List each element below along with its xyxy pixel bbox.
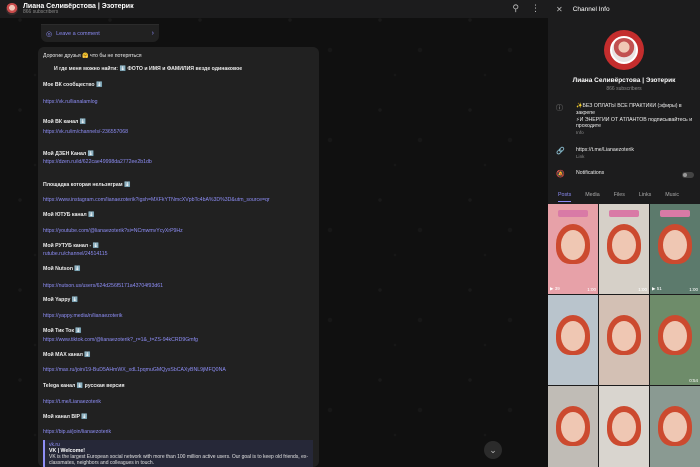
message-text: Дорогие друзья 🤗 что бы не потеряться <box>43 53 142 59</box>
thumbnail-face <box>663 412 687 442</box>
thumbnail-face <box>612 230 636 260</box>
message-link[interactable]: https://www.tiktok.com/@lianaezoterik?_r… <box>43 337 198 343</box>
channel-description: ✨БЕЗ ОПЛАТЫ ВСЕ ПРАКТИКИ (эфиры) в закре… <box>576 103 693 130</box>
notifications-toggle[interactable] <box>682 172 694 178</box>
channel-avatar-large[interactable] <box>604 30 644 70</box>
media-thumbnail[interactable] <box>548 386 598 467</box>
chat-header[interactable]: Лиана Селивёрстова | Эзотерик 866 subscr… <box>0 0 548 18</box>
message-text: Мой MAX канал ⬇️ <box>43 352 91 358</box>
thumbnail-banner <box>660 210 690 217</box>
scroll-down-button[interactable]: ⌄ <box>484 441 502 459</box>
comment-icon: ◎ <box>46 30 53 38</box>
media-thumbnail[interactable]: ▶ 51 1:00 <box>650 204 700 294</box>
media-thumbnail[interactable] <box>599 386 649 467</box>
thumbnail-face <box>561 230 585 260</box>
channel-info-panel: ✕ Channel Info Лиана Селивёрстова | Эзот… <box>548 0 700 467</box>
preview-description: VK is the largest European social networ… <box>49 454 309 467</box>
thumbnail-banner <box>558 210 588 217</box>
message-text: Мой ДЗЕН Канал ⬇️ <box>43 151 95 157</box>
media-thumbnail[interactable]: 1:00 <box>599 204 649 294</box>
tab-music[interactable]: Music <box>665 188 679 202</box>
chevron-right-icon: › <box>151 30 154 37</box>
message-text: Мой ВК канал ⬇️ <box>43 119 87 125</box>
search-icon[interactable]: ⚲ <box>512 3 519 14</box>
media-thumbnail[interactable] <box>650 386 700 467</box>
leave-comment-label: Leave a comment <box>56 30 100 37</box>
message-text: Мой Nutson ⬇️ <box>43 266 81 272</box>
message-text: Мой Тик Ток ⬇️ <box>43 328 82 334</box>
media-thumbnail[interactable] <box>599 295 649 385</box>
notifications-row[interactable]: 🔕 Notifications <box>556 170 604 178</box>
thumbnail-face <box>561 321 585 351</box>
message-text: Мой РУТУБ канал - ⬇️ <box>43 243 100 249</box>
notifications-label: Notifications <box>576 170 605 176</box>
view-count: ▶ 51 <box>652 286 662 291</box>
link-preview[interactable]: vk.ru VK | Welcome! VK is the largest Euro… <box>43 440 313 467</box>
message-link[interactable]: https://vk.ru/im/channels/-236557068 <box>43 129 128 135</box>
message-link[interactable]: https://t.me/Lianaezoterik <box>43 399 101 405</box>
message-bubble: Дорогие друзья 🤗 что бы не потеряться И г… <box>38 47 319 467</box>
media-thumbnail[interactable] <box>548 295 598 385</box>
tab-files[interactable]: Files <box>614 188 625 202</box>
leave-comment-button[interactable]: ◎ Leave a comment › <box>41 24 159 42</box>
tab-media[interactable]: Media <box>585 188 599 202</box>
info-label: Info <box>576 130 584 135</box>
channel-subscribers: 866 subscribers <box>606 86 642 92</box>
message-text: Мой Yappy ⬇️ <box>43 297 79 303</box>
message-link[interactable]: https://max.ru/join/19-BuD5AHmWX_xdL1pqm… <box>43 367 226 373</box>
message-link[interactable]: https://www.instagram.com/lianaezoterik?… <box>43 197 270 203</box>
close-icon[interactable]: ✕ <box>556 5 563 14</box>
message-link[interactable]: https://yappy.media/n/lianaezoterik <box>43 313 123 319</box>
message-link[interactable]: https://youtube.com/@lianaezoterik?si=NC… <box>43 228 183 234</box>
thumbnail-face <box>663 321 687 351</box>
message-link[interactable]: https://nutson.us/users/624d256f5171a437… <box>43 283 163 289</box>
chat-area: Лиана Селивёрстова | Эзотерик 866 subscr… <box>0 0 548 467</box>
bell-muted-icon: 🔕 <box>556 171 565 178</box>
message-link[interactable]: https://dzen.ru/id/622cae49998da2772ee2b… <box>43 159 152 165</box>
tab-posts[interactable]: Posts <box>558 188 572 202</box>
video-duration: 1:00 <box>638 287 647 292</box>
link-label: Link <box>576 153 585 159</box>
video-duration: 0:54 <box>689 378 698 383</box>
video-duration: 1:00 <box>689 287 698 292</box>
subscriber-count: 866 subscribers <box>23 9 59 16</box>
info-icon: ⓘ <box>556 105 563 112</box>
message-text: Мой канал BIP ⬇️ <box>43 414 88 420</box>
message-link[interactable]: https://vk.ru/lianalamlog <box>43 99 98 105</box>
link-icon: 🔗 <box>556 148 565 155</box>
tab-links[interactable]: Links <box>639 188 651 202</box>
view-count: ▶ 39 <box>550 286 560 291</box>
panel-title: Channel Info <box>572 5 610 13</box>
thumbnail-face <box>663 230 687 260</box>
video-duration: 1:00 <box>587 287 596 292</box>
message-text: Площадка которая нельзяграм ⬇️ <box>43 182 131 188</box>
media-grid: ▶ 39 1:00 1:00 ▶ 51 1:00 0:54 <box>548 204 700 467</box>
thumbnail-face <box>561 412 585 442</box>
message-text: Telega канал ⬇️ русская версия <box>43 383 125 389</box>
message-link[interactable]: https://bip.ai/join/lianaezoterik <box>43 429 111 435</box>
media-thumbnail[interactable]: ▶ 39 1:00 <box>548 204 598 294</box>
link-row[interactable]: 🔗 https://t.me/Lianaezoterik Link <box>556 147 634 159</box>
message-link[interactable]: rutube.ru/channel/24514115 <box>43 251 108 257</box>
message-text: Мое ВК сообщество ⬇️ <box>43 82 103 88</box>
info-row: ⓘ ✨БЕЗ ОПЛАТЫ ВСЕ ПРАКТИКИ (эфиры) в зак… <box>556 103 700 135</box>
message-text: И где меня можно найти: ⬇️ ФОТО и ИМЯ и … <box>54 66 243 72</box>
more-icon[interactable]: ⋮ <box>531 3 540 14</box>
channel-avatar[interactable] <box>6 3 18 15</box>
media-tabs: Posts Media Files Links Music <box>548 188 700 202</box>
thumbnail-face <box>612 412 636 442</box>
media-thumbnail[interactable]: 0:54 <box>650 295 700 385</box>
thumbnail-face <box>612 321 636 351</box>
thumbnail-banner <box>609 210 639 217</box>
channel-name: Лиана Селивёрстова | Эзотерик <box>572 77 676 84</box>
channel-link[interactable]: https://t.me/Lianaezoterik <box>576 147 634 154</box>
message-text: Мой ЮТУБ канал ⬇️ <box>43 212 95 218</box>
